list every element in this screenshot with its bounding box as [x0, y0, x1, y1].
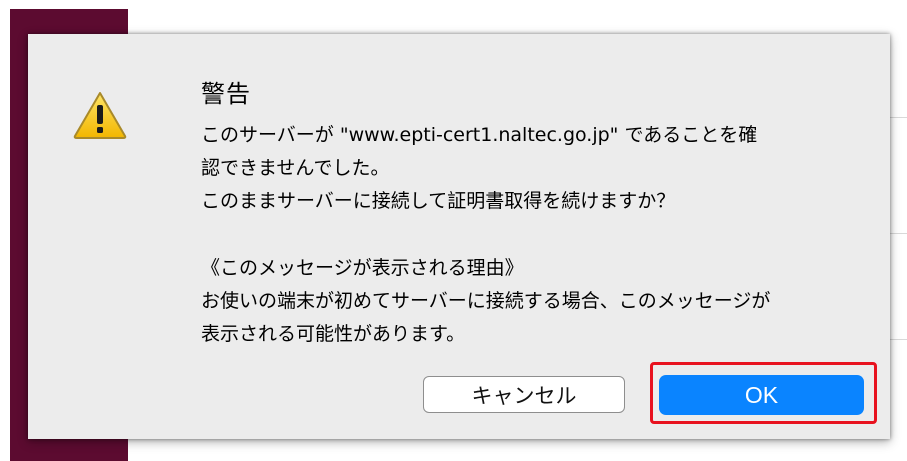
ok-button[interactable]: OK — [659, 375, 864, 415]
message-line: 認できませんでした。 — [201, 157, 390, 179]
message-line: このサーバーが "www.epti-cert1.naltec.go.jp" であ… — [201, 124, 758, 146]
dialog-title: 警告 — [201, 80, 251, 108]
message-line: 表示される可能性があります。 — [201, 323, 466, 345]
message-line: お使いの端末が初めてサーバーに接続する場合、このメッセージが — [201, 290, 771, 312]
cancel-button[interactable]: キャンセル — [423, 376, 625, 413]
warning-triangle-icon — [73, 92, 127, 139]
warning-dialog: 警告 このサーバーが "www.epti-cert1.naltec.go.jp"… — [28, 34, 890, 439]
message-line: 《このメッセージが表示される理由》 — [201, 257, 524, 279]
message-line: このままサーバーに接続して証明書取得を続けますか？ — [201, 190, 676, 212]
